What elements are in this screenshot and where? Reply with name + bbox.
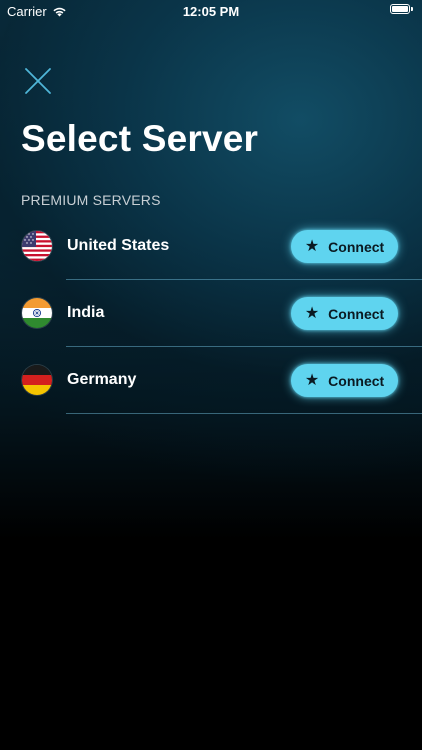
server-row-india: India ★ Connect	[0, 280, 422, 347]
section-header-premium-servers: PREMIUM SERVERS	[21, 192, 161, 208]
connect-button-india[interactable]: ★ Connect	[291, 297, 398, 330]
battery-full-icon	[390, 4, 414, 15]
germany-flag-icon	[22, 365, 52, 395]
select-server-screen: Carrier 12:05 PM Select Server PREMIUM S…	[0, 0, 422, 750]
status-time: 12:05 PM	[182, 4, 240, 19]
star-icon: ★	[304, 237, 320, 255]
page-title: Select Server	[21, 118, 259, 159]
country-name: United States	[67, 237, 170, 254]
india-flag-icon	[22, 298, 52, 328]
country-name: India	[67, 304, 105, 321]
us-flag-icon	[22, 231, 52, 261]
server-list: United States ★ Connect India ★ Connect …	[0, 213, 422, 414]
star-icon: ★	[304, 371, 320, 389]
close-button[interactable]	[24, 67, 52, 95]
status-bar: Carrier 12:05 PM	[0, 0, 422, 22]
connect-button-germany[interactable]: ★ Connect	[291, 364, 398, 397]
connect-button-label: Connect	[328, 238, 385, 255]
close-icon	[25, 68, 51, 94]
connect-button-label: Connect	[328, 305, 385, 322]
row-divider	[66, 413, 422, 414]
star-icon: ★	[304, 304, 320, 322]
server-row-united-states: United States ★ Connect	[0, 213, 422, 280]
country-name: Germany	[67, 371, 137, 388]
connect-button-united-states[interactable]: ★ Connect	[291, 230, 398, 263]
server-row-germany: Germany ★ Connect	[0, 347, 422, 414]
connect-button-label: Connect	[328, 372, 385, 389]
